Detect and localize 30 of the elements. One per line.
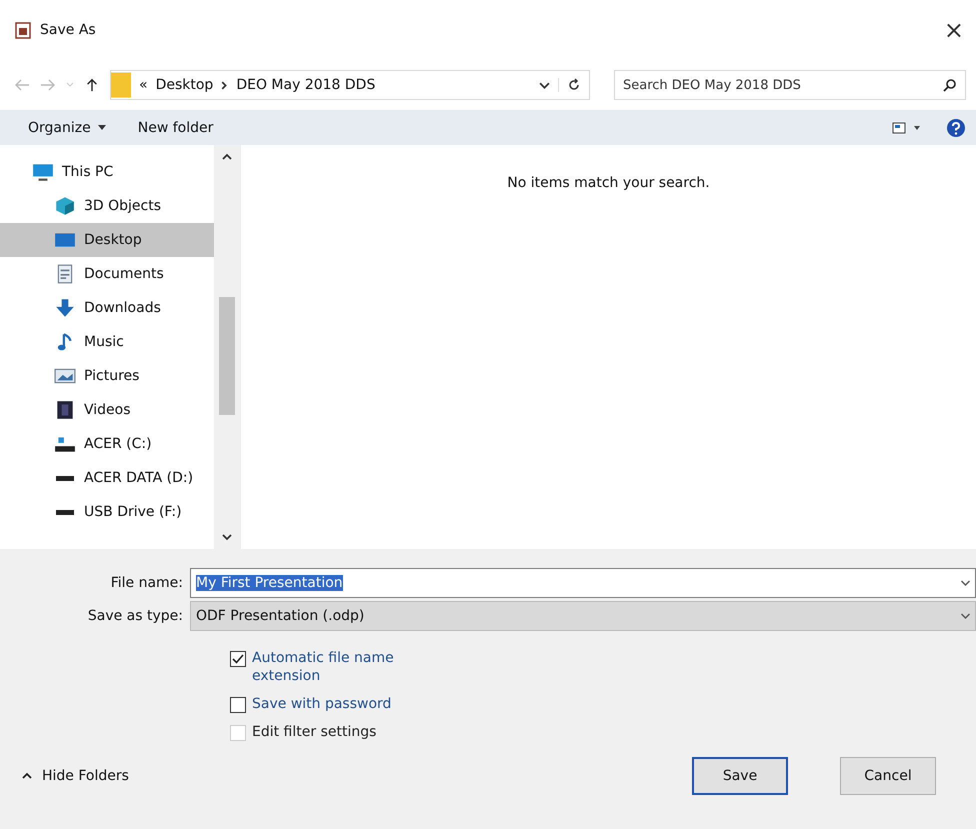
new-folder-button[interactable]: New folder (134, 118, 218, 138)
sidebar-item[interactable]: Documents (0, 257, 214, 291)
sidebar-item[interactable]: Pictures (0, 359, 214, 393)
address-bar[interactable]: « Desktop DEO May 2018 DDS (110, 70, 590, 100)
sidebar-item[interactable]: Downloads (0, 291, 214, 325)
sidebar-item[interactable]: Music (0, 325, 214, 359)
sidebar-item[interactable]: 3D Objects (0, 189, 214, 223)
organize-menu[interactable]: Organize (24, 118, 110, 138)
save-as-type-label: Save as type: (86, 608, 184, 624)
search-field[interactable]: Search DEO May 2018 DDS (614, 70, 966, 100)
sidebar-item[interactable]: Videos (0, 393, 214, 427)
save-button[interactable]: Save (692, 757, 788, 796)
cancel-button[interactable]: Cancel (840, 757, 936, 796)
breadcrumb[interactable]: Desktop (156, 77, 214, 93)
overflow-chevron[interactable]: « (139, 77, 148, 93)
hide-folders-button[interactable]: Hide Folders (22, 768, 129, 784)
close-button[interactable]: × (940, 16, 968, 44)
file-name-field[interactable]: My First Presentation (190, 568, 976, 598)
save-as-type-dropdown[interactable]: ODF Presentation (.odp) (190, 601, 976, 632)
file-name-label: File name: (110, 575, 184, 592)
empty-message: No items match your search. (507, 175, 710, 191)
sidebar-item[interactable]: Desktop (0, 223, 214, 257)
sidebar-item[interactable]: This PC (0, 155, 214, 189)
sidebar-item[interactable]: ACER DATA (D:) (0, 461, 214, 495)
window-title: Save As (40, 22, 97, 38)
sidebar-item[interactable]: ACER (C:) (0, 427, 214, 461)
checkbox-label[interactable]: Save with password (252, 695, 422, 714)
breadcrumb[interactable]: DEO May 2018 DDS (236, 77, 376, 93)
sidebar-item[interactable]: USB Drive (F:) (0, 495, 214, 529)
checkbox-label[interactable]: Automatic file name extension (252, 648, 422, 686)
